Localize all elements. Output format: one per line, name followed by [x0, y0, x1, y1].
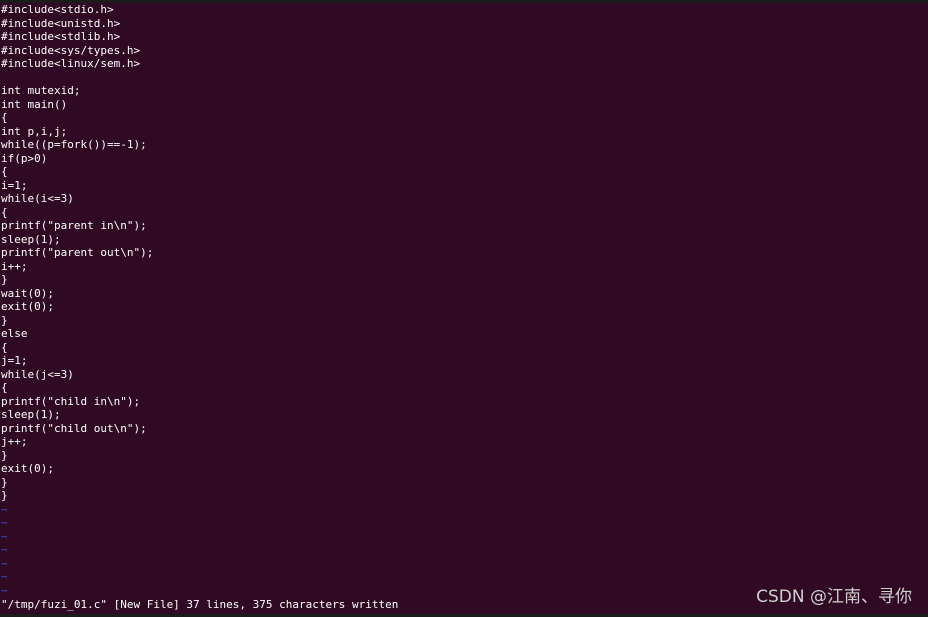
code-line[interactable]: } — [1, 273, 921, 287]
empty-line-tilde: ~ — [1, 529, 8, 543]
code-line[interactable] — [1, 71, 921, 85]
code-line[interactable]: while((p=fork())==-1); — [1, 138, 921, 152]
code-line[interactable]: { — [1, 165, 921, 179]
empty-line-tilde: ~ — [1, 556, 8, 570]
terminal-window[interactable]: #include<stdio.h> #include<unistd.h> #incl… — [0, 0, 928, 617]
code-line[interactable]: j++; — [1, 435, 921, 449]
code-line[interactable]: sleep(1); — [1, 233, 921, 247]
code-line[interactable]: int mutexid; — [1, 84, 921, 98]
code-line[interactable]: else — [1, 327, 921, 341]
code-line[interactable]: } — [1, 489, 921, 503]
code-line[interactable]: printf("child in\n"); — [1, 395, 921, 409]
code-line[interactable]: #include<sys/types.h> — [1, 44, 921, 58]
code-line[interactable]: wait(0); — [1, 287, 921, 301]
code-line[interactable]: } — [1, 476, 921, 490]
code-line[interactable]: } — [1, 449, 921, 463]
code-line[interactable]: i=1; — [1, 179, 921, 193]
code-line[interactable]: #include<stdlib.h> — [1, 30, 921, 44]
code-line[interactable]: #include<stdio.h> — [1, 3, 921, 17]
empty-line-tilde: ~ — [1, 570, 8, 583]
code-line[interactable]: #include<unistd.h> — [1, 17, 921, 31]
code-line[interactable]: int main() — [1, 98, 921, 112]
code-line[interactable]: printf("parent in\n"); — [1, 219, 921, 233]
code-line[interactable]: while(i<=3) — [1, 192, 921, 206]
code-line[interactable]: { — [1, 341, 921, 355]
vim-editor-buffer[interactable]: #include<stdio.h> #include<unistd.h> #incl… — [1, 3, 921, 597]
code-line[interactable]: j=1; — [1, 354, 921, 368]
code-line[interactable]: { — [1, 206, 921, 220]
code-line[interactable]: printf("parent out\n"); — [1, 246, 921, 260]
vim-status-line: "/tmp/fuzi_01.c" [New File] 37 lines, 37… — [1, 598, 399, 611]
code-line[interactable]: int p,i,j; — [1, 125, 921, 139]
code-line[interactable]: printf("child out\n"); — [1, 422, 921, 436]
code-line[interactable]: } — [1, 314, 921, 328]
code-line[interactable]: #include<linux/sem.h> — [1, 57, 921, 71]
code-line[interactable]: while(j<=3) — [1, 368, 921, 382]
code-line[interactable]: exit(0); — [1, 462, 921, 476]
code-line[interactable]: { — [1, 381, 921, 395]
empty-line-tilde: ~ — [1, 516, 8, 529]
empty-line-tilde: ~ — [1, 543, 8, 556]
code-line[interactable]: i++; — [1, 260, 921, 274]
code-line[interactable]: { — [1, 111, 921, 125]
csdn-watermark: CSDN @江南、寻你 — [756, 587, 912, 607]
code-line[interactable]: exit(0); — [1, 300, 921, 314]
code-line[interactable]: if(p>0) — [1, 152, 921, 166]
code-line[interactable]: sleep(1); — [1, 408, 921, 422]
empty-line-tilde: ~ — [1, 502, 8, 516]
